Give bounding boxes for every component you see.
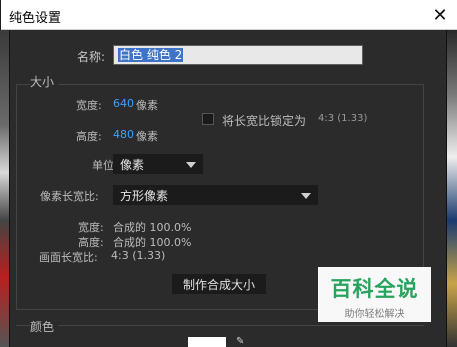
watermark-main-text: 百科全说 <box>330 277 419 301</box>
frame-aspect-value: 4:3 (1.33) <box>111 249 166 262</box>
unit-dropdown[interactable]: 像素 <box>113 154 203 174</box>
chevron-down-icon <box>301 193 311 199</box>
dialog-title: 纯色设置 <box>9 11 62 26</box>
close-icon: ✕ <box>432 4 448 26</box>
summary-width-value: 合成的 100.0% <box>113 221 192 234</box>
size-section-title: 大小 <box>30 73 59 90</box>
background-strip-right <box>447 30 457 347</box>
name-input[interactable]: 白色 纯色 2 <box>113 45 363 65</box>
chevron-down-icon <box>186 162 196 168</box>
lock-aspect-checkbox[interactable] <box>202 113 214 125</box>
make-comp-size-button[interactable]: 制作合成大小 <box>172 274 266 294</box>
watermark-sub-text: 助你轻松解决 <box>344 309 405 320</box>
width-unit: 像素 <box>136 99 158 112</box>
height-value[interactable]: 480 <box>113 128 134 141</box>
color-section-title: 颜色 <box>30 318 59 335</box>
pixel-aspect-dropdown[interactable]: 方形像素 <box>113 185 318 205</box>
summary-width-label: 宽度: <box>78 221 104 234</box>
height-unit: 像素 <box>136 130 158 143</box>
watermark-logo: 百科全说 助你轻松解决 <box>318 267 431 322</box>
height-label: 高度: <box>76 130 102 143</box>
lock-aspect-label: 将长宽比锁定为 <box>222 114 307 128</box>
name-label: 名称: <box>77 50 106 64</box>
pixel-aspect-dropdown-value: 方形像素 <box>120 189 169 203</box>
lock-aspect-ratio: 4:3 (1.33) <box>318 113 368 124</box>
name-input-selected-text: 白色 纯色 2 <box>118 48 184 62</box>
eyedropper-icon[interactable]: ✎ <box>236 337 252 347</box>
width-value[interactable]: 640 <box>113 97 134 110</box>
width-label: 宽度: <box>76 99 102 112</box>
pixel-aspect-label: 像素长宽比: <box>40 190 99 203</box>
close-button[interactable]: ✕ <box>428 3 452 27</box>
summary-height-value: 合成的 100.0% <box>113 236 192 249</box>
background-strip-left <box>0 30 9 347</box>
frame-aspect-label: 画面长宽比: <box>39 251 98 264</box>
dialog-titlebar: 纯色设置 ✕ <box>1 0 457 30</box>
unit-dropdown-value: 像素 <box>120 158 145 172</box>
summary-height-label: 高度: <box>78 236 104 249</box>
color-swatch[interactable] <box>188 337 226 347</box>
